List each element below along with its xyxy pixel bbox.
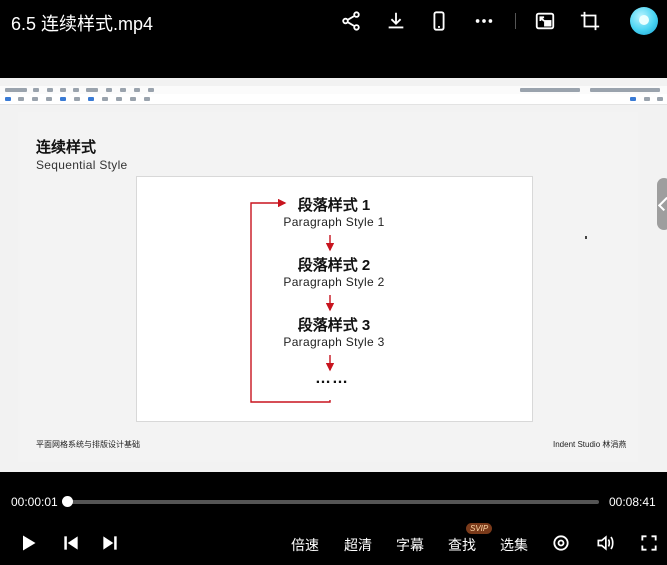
previous-button[interactable]: [58, 530, 84, 556]
volume-icon[interactable]: [592, 530, 618, 556]
app-tool-bar: [0, 94, 667, 105]
play-button[interactable]: [15, 530, 41, 556]
app-menu-bar: [0, 86, 667, 94]
paragraph-style-1-en: Paragraph Style 1: [283, 215, 385, 229]
progress-bar[interactable]: [68, 500, 599, 504]
slide: 连续样式 Sequential Style 段落样式 1 Paragraph S…: [18, 112, 638, 462]
episodes-button[interactable]: 选集: [500, 535, 528, 555]
diagram-box: 段落样式 1 Paragraph Style 1 段落样式 2 Paragrap…: [136, 176, 533, 422]
paragraph-style-1-zh: 段落样式 1: [297, 197, 371, 214]
speed-button[interactable]: 倍速: [291, 535, 319, 555]
footer-course-name: 平面网格系统与排版设计基础: [36, 440, 140, 449]
subtitles-button[interactable]: 字幕: [396, 535, 424, 555]
eye-protect-icon[interactable]: [548, 530, 574, 556]
crop-icon[interactable]: [577, 8, 603, 34]
share-icon[interactable]: [338, 8, 364, 34]
search-button[interactable]: 查找: [448, 535, 476, 555]
next-button[interactable]: [97, 530, 123, 556]
paragraph-style-2-zh: 段落样式 2: [297, 257, 371, 274]
paragraph-style-3-zh: 段落样式 3: [297, 317, 371, 334]
phone-icon[interactable]: [426, 8, 452, 34]
top-bar: 6.5 连续样式.mp4: [0, 0, 667, 44]
more-icon[interactable]: [471, 8, 497, 34]
ellipsis: ……: [315, 370, 349, 387]
current-time: 00:00:01: [11, 495, 58, 509]
total-time: 00:08:41: [609, 495, 656, 509]
progress-knob[interactable]: [62, 496, 73, 507]
avatar[interactable]: [630, 7, 658, 35]
quality-button[interactable]: 超清: [344, 535, 372, 555]
side-panel-handle[interactable]: [657, 178, 667, 230]
picture-in-picture-icon[interactable]: [532, 8, 558, 34]
toolbar-divider: [515, 13, 516, 29]
video-frame[interactable]: 连续样式 Sequential Style 段落样式 1 Paragraph S…: [0, 78, 667, 472]
footer-author: Indent Studio 林涓燕: [553, 440, 627, 449]
download-icon[interactable]: [383, 8, 409, 34]
slide-title: 连续样式: [36, 139, 97, 156]
paragraph-style-2-en: Paragraph Style 2: [283, 275, 385, 289]
fullscreen-icon[interactable]: [636, 530, 662, 556]
paragraph-style-3-en: Paragraph Style 3: [283, 335, 385, 349]
cursor-mark: [585, 236, 587, 239]
svip-badge: SVIP: [466, 523, 493, 534]
video-title: 6.5 连续样式.mp4: [11, 14, 154, 34]
slide-subtitle: Sequential Style: [36, 158, 128, 172]
